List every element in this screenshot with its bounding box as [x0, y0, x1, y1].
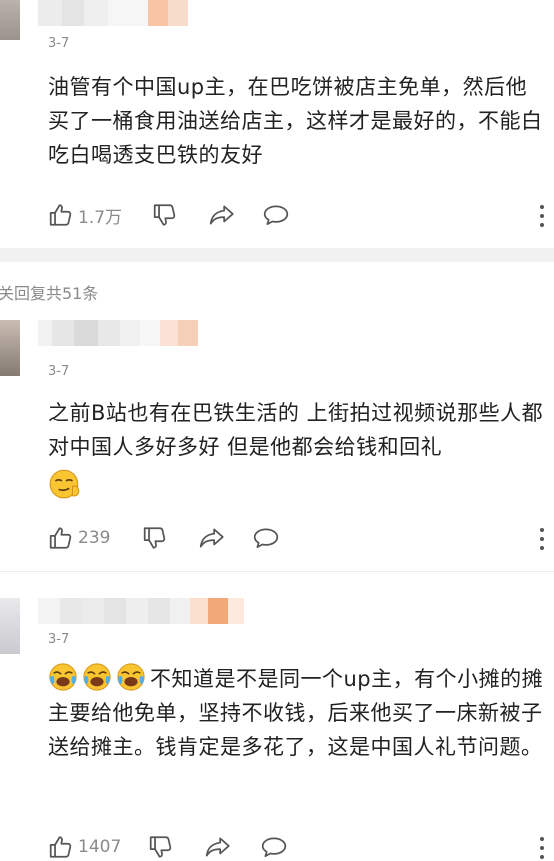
like-count: 1.7万: [78, 207, 123, 228]
comment-actions: 1.7万: [48, 201, 548, 229]
share-arrow-icon: [205, 837, 230, 857]
share-button[interactable]: [208, 201, 236, 229]
comment-actions: 239: [48, 524, 548, 552]
reply-button[interactable]: [262, 201, 290, 229]
comment-date: 3-7: [48, 364, 70, 379]
reply-button[interactable]: [252, 524, 280, 552]
collapse-replies-toggle[interactable]: 关回复共51条: [0, 280, 98, 304]
laugh-cry-emoji-icon: [83, 663, 111, 691]
more-options-button[interactable]: [532, 528, 552, 550]
speech-bubble-icon: [263, 205, 289, 226]
username-blurred[interactable]: [38, 320, 198, 348]
separator-line: [0, 571, 554, 572]
comment-2: 3-7 之前B站也有在巴铁生活的 上街拍过视频说那些人都对中国人多好多好 但是他…: [0, 320, 554, 565]
share-button[interactable]: [198, 524, 226, 552]
comment-actions: 1407: [48, 833, 548, 861]
thumbs-up-icon: [49, 204, 72, 226]
comment-text-content: 之前B站也有在巴铁生活的 上街拍过视频说那些人都对中国人多好多好 但是他都会给钱…: [48, 401, 544, 459]
comment-text: 不知道是不是同一个up主，有个小摊的摊主要给他免单，坚持不收钱，后来他买了一床新…: [48, 662, 548, 764]
more-dots-icon: [540, 528, 544, 532]
dislike-button[interactable]: [142, 524, 168, 552]
speech-bubble-icon: [261, 837, 287, 858]
section-divider: [0, 248, 554, 262]
avatar[interactable]: [0, 320, 20, 378]
avatar[interactable]: [0, 598, 20, 660]
more-dots-icon: [540, 837, 544, 841]
thumbs-up-icon: [49, 527, 72, 549]
username-blurred[interactable]: [38, 0, 188, 26]
comment-text-content: 油管有个中国up主，在巴吃饼被店主免单，然后他买了一桶食用油送给店主，这样才是最…: [48, 75, 543, 167]
avatar[interactable]: [0, 0, 20, 40]
comment-1: 3-7 油管有个中国up主，在巴吃饼被店主免单，然后他买了一桶食用油送给店主，这…: [0, 0, 554, 246]
thumbs-down-icon: [149, 836, 172, 858]
comment-date: 3-7: [48, 632, 70, 647]
thumbs-down-icon: [143, 527, 166, 549]
share-button[interactable]: [204, 833, 232, 861]
like-button[interactable]: 1407: [48, 833, 121, 861]
thumbs-down-icon: [153, 204, 176, 226]
share-arrow-icon: [209, 205, 234, 225]
laugh-cry-emoji-icon: [49, 663, 77, 691]
more-dots-icon: [540, 205, 544, 209]
laugh-cry-emoji-icon: [117, 663, 145, 691]
comment-3: 3-7 不知道是不是同一个up主，有个小摊的摊主要给他免单，坚持不收钱，后来他买…: [0, 598, 554, 860]
speech-bubble-icon: [253, 528, 279, 549]
dislike-button[interactable]: [152, 201, 178, 229]
more-options-button[interactable]: [532, 837, 552, 859]
like-count: 1407: [78, 837, 122, 857]
like-count: 239: [78, 528, 111, 548]
more-options-button[interactable]: [532, 205, 552, 227]
dislike-button[interactable]: [148, 833, 174, 861]
like-button[interactable]: 239: [48, 524, 110, 552]
smirk-emoji-icon: [49, 469, 80, 499]
thumbs-up-icon: [49, 836, 72, 858]
share-arrow-icon: [199, 528, 224, 548]
reply-button[interactable]: [260, 833, 288, 861]
comment-text: 之前B站也有在巴铁生活的 上街拍过视频说那些人都对中国人多好多好 但是他都会给钱…: [48, 396, 548, 504]
like-button[interactable]: 1.7万: [48, 201, 122, 229]
username-blurred[interactable]: [38, 598, 244, 624]
comment-date: 3-7: [48, 36, 70, 51]
comment-text: 油管有个中国up主，在巴吃饼被店主免单，然后他买了一桶食用油送给店主，这样才是最…: [48, 70, 548, 172]
